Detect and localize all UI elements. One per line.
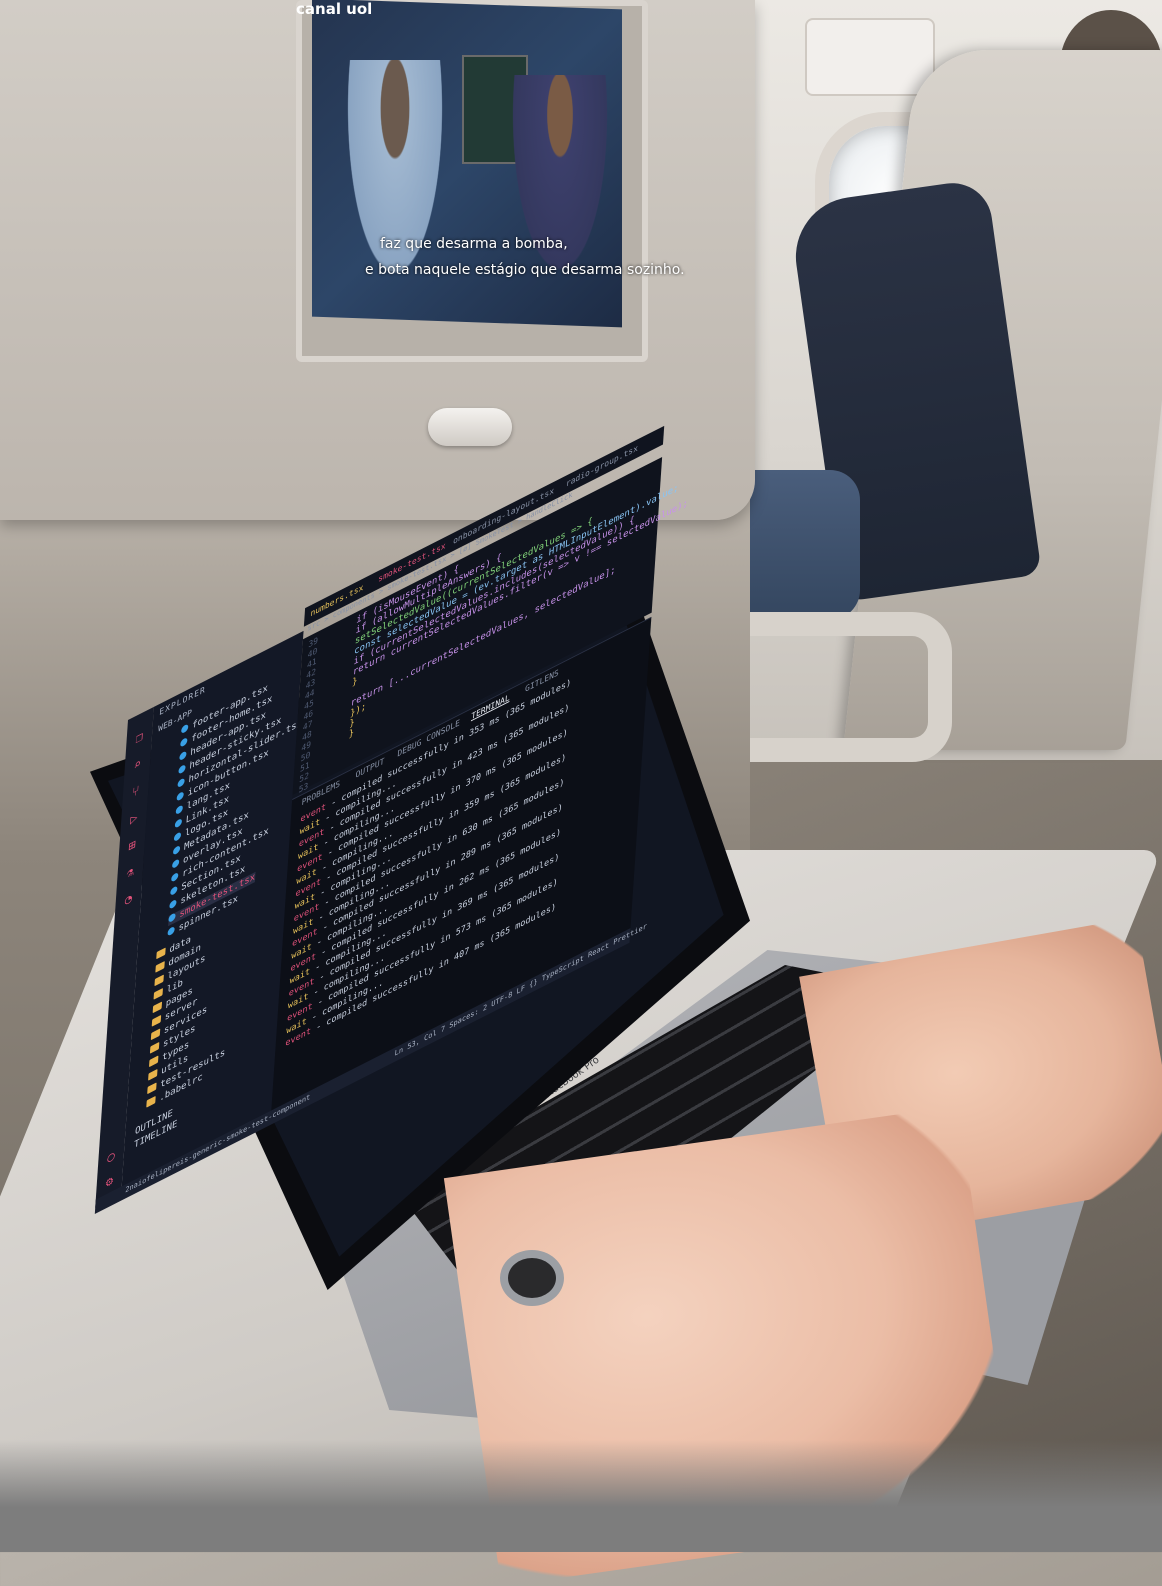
testing-icon[interactable]: ⚗ xyxy=(123,861,138,883)
finger-ring xyxy=(500,1250,564,1306)
channel-logo: canal uol xyxy=(296,0,373,18)
subtitle-line-2: e bota naquele estágio que desarma sozin… xyxy=(365,262,685,278)
account-icon[interactable]: ◯ xyxy=(104,1146,119,1168)
run-debug-icon[interactable]: ▷ xyxy=(126,807,141,829)
remote-icon[interactable]: ◔ xyxy=(121,888,136,910)
extensions-icon[interactable]: ⊞ xyxy=(125,834,140,856)
source-control-icon[interactable]: ⑂ xyxy=(128,780,143,802)
tray-latch xyxy=(428,408,512,446)
emergency-placard xyxy=(805,18,935,96)
trouser-leg xyxy=(0,1440,1162,1552)
files-icon[interactable]: ❐ xyxy=(132,726,147,748)
search-icon[interactable]: ⌕ xyxy=(130,753,145,775)
subtitle-line-1: faz que desarma a bomba, xyxy=(380,236,568,252)
